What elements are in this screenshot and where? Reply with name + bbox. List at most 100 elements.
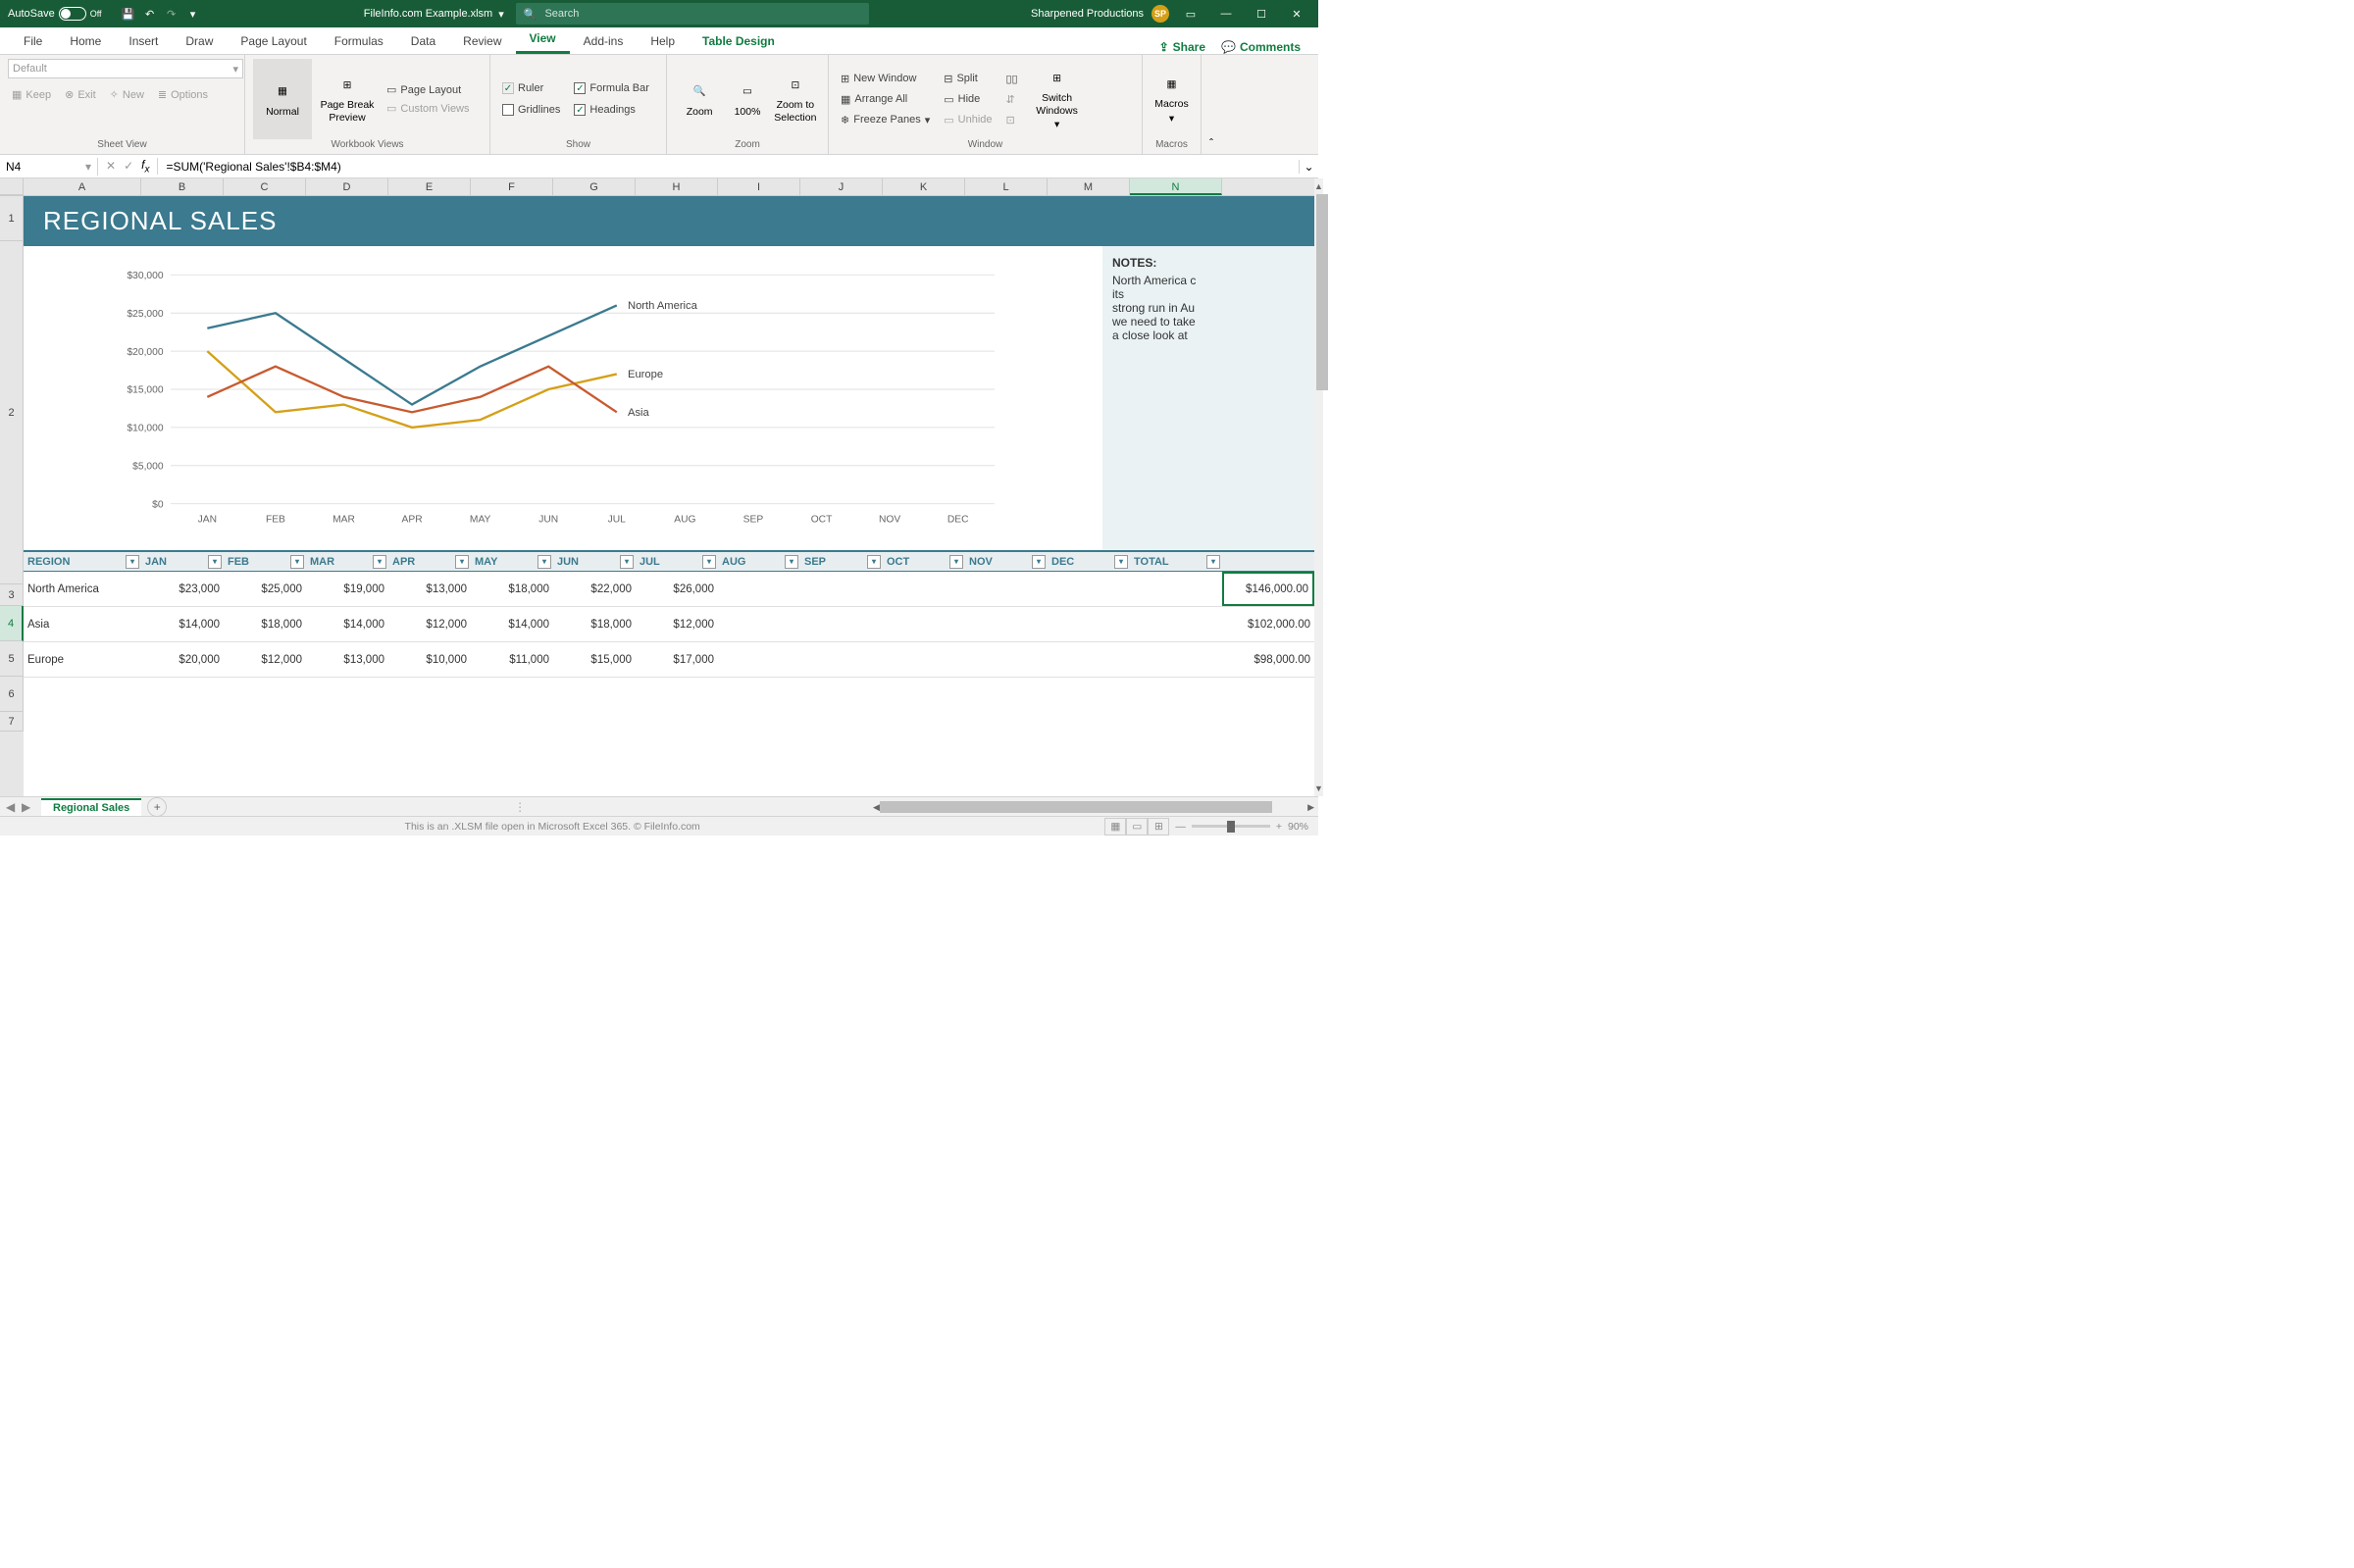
expand-formula-bar[interactable]: ⌄: [1299, 160, 1318, 174]
save-icon[interactable]: 💾: [120, 5, 137, 23]
pagelayout-button[interactable]: ▭ Page Layout: [383, 81, 474, 98]
arrange-button[interactable]: ▦ Arrange All: [837, 91, 934, 108]
col-header-K[interactable]: K: [883, 178, 965, 195]
headings-checkbox[interactable]: Headings: [570, 102, 653, 118]
name-box[interactable]: N4▾: [0, 158, 98, 176]
filter-icon[interactable]: ▾: [867, 555, 881, 569]
data-table[interactable]: REGION▾JAN▾FEB▾MAR▾APR▾MAY▾JUN▾JUL▾AUG▾S…: [24, 550, 1314, 678]
col-header-D[interactable]: D: [306, 178, 388, 195]
view-side-icon[interactable]: ▯▯: [1002, 71, 1022, 87]
notes-panel[interactable]: NOTES: North America citsstrong run in A…: [1102, 246, 1314, 550]
table-header-sep[interactable]: SEP▾: [800, 552, 883, 571]
zoom100-button[interactable]: ▭100%: [730, 59, 764, 139]
customize-qat-icon[interactable]: ▾: [184, 5, 202, 23]
table-header-dec[interactable]: DEC▾: [1048, 552, 1130, 571]
filter-icon[interactable]: ▾: [1114, 555, 1128, 569]
formulabar-checkbox[interactable]: Formula Bar: [570, 80, 653, 96]
table-header-feb[interactable]: FEB▾: [224, 552, 306, 571]
tab-table-design[interactable]: Table Design: [689, 28, 789, 54]
search-box[interactable]: 🔍 Search: [516, 3, 869, 25]
close-button[interactable]: ✕: [1283, 3, 1310, 25]
col-header-G[interactable]: G: [553, 178, 636, 195]
table-header-jan[interactable]: JAN▾: [141, 552, 224, 571]
split-button[interactable]: ⊟ Split: [940, 71, 996, 87]
scroll-right-icon[interactable]: ▶: [1307, 800, 1314, 816]
scroll-up-icon[interactable]: ▲: [1314, 178, 1323, 194]
formula-input[interactable]: =SUM('Regional Sales'!$B4:$M4): [158, 158, 1299, 176]
col-header-J[interactable]: J: [800, 178, 883, 195]
col-header-C[interactable]: C: [224, 178, 306, 195]
zoom-selection-button[interactable]: ⊡Zoom to Selection: [771, 59, 820, 139]
hide-button[interactable]: ▭ Hide: [940, 91, 996, 108]
row-header-3[interactable]: 3: [0, 584, 24, 606]
undo-icon[interactable]: ↶: [141, 5, 159, 23]
col-header-N[interactable]: N: [1130, 178, 1222, 195]
switch-windows-button[interactable]: ⊞Switch Windows▾: [1028, 59, 1087, 139]
tab-data[interactable]: Data: [397, 28, 449, 54]
filter-icon[interactable]: ▾: [1032, 555, 1046, 569]
col-header-F[interactable]: F: [471, 178, 553, 195]
filter-icon[interactable]: ▾: [126, 555, 139, 569]
sheet-tab-active[interactable]: Regional Sales: [41, 798, 141, 816]
col-header-H[interactable]: H: [636, 178, 718, 195]
split-handle-icon[interactable]: ⋮: [514, 800, 526, 814]
filter-icon[interactable]: ▾: [290, 555, 304, 569]
tab-view[interactable]: View: [516, 25, 570, 54]
row-header-2[interactable]: 2: [0, 241, 24, 584]
table-header-aug[interactable]: AUG▾: [718, 552, 800, 571]
pagelayout-view-icon-status[interactable]: ▭: [1126, 818, 1148, 835]
zoom-button[interactable]: 🔍Zoom: [675, 59, 724, 139]
zoom-level[interactable]: 90%: [1288, 821, 1308, 833]
table-header-may[interactable]: MAY▾: [471, 552, 553, 571]
col-header-B[interactable]: B: [141, 178, 224, 195]
chart[interactable]: $0$5,000$10,000$15,000$20,000$25,000$30,…: [24, 246, 1102, 550]
filter-icon[interactable]: ▾: [1206, 555, 1220, 569]
tab-insert[interactable]: Insert: [115, 28, 172, 54]
horizontal-scrollbar[interactable]: ◀ ▶: [873, 800, 1314, 814]
table-row[interactable]: Europe$20,000$12,000$13,000$10,000$11,00…: [24, 642, 1314, 678]
maximize-button[interactable]: ☐: [1248, 3, 1275, 25]
filter-icon[interactable]: ▾: [702, 555, 716, 569]
tab-help[interactable]: Help: [637, 28, 689, 54]
table-row[interactable]: North America$23,000$25,000$19,000$13,00…: [24, 572, 1314, 607]
next-sheet-icon[interactable]: ▶: [22, 800, 35, 814]
normal-view-button[interactable]: ▦ Normal: [253, 59, 312, 139]
filter-icon[interactable]: ▾: [785, 555, 798, 569]
filter-icon[interactable]: ▾: [949, 555, 963, 569]
new-window-button[interactable]: ⊞ New Window: [837, 71, 934, 87]
minimize-button[interactable]: —: [1212, 3, 1240, 25]
vertical-scrollbar[interactable]: ▲ ▼: [1314, 178, 1323, 796]
gridlines-checkbox[interactable]: Gridlines: [498, 102, 564, 118]
table-header-jun[interactable]: JUN▾: [553, 552, 636, 571]
account-name[interactable]: Sharpened Productions: [1031, 8, 1144, 20]
customviews-button[interactable]: ▭ Custom Views: [383, 100, 474, 117]
filter-icon[interactable]: ▾: [208, 555, 222, 569]
user-avatar[interactable]: SP: [1151, 5, 1169, 23]
prev-sheet-icon[interactable]: ◀: [6, 800, 20, 814]
zoom-out-button[interactable]: —: [1175, 821, 1186, 833]
share-button[interactable]: ⇪ Share: [1159, 40, 1205, 54]
sheetview-dropdown[interactable]: Default▾: [8, 59, 243, 78]
row-header-6[interactable]: 6: [0, 677, 24, 712]
tab-page-layout[interactable]: Page Layout: [227, 28, 320, 54]
pagebreak-view-icon-status[interactable]: ⊞: [1148, 818, 1169, 835]
column-headers[interactable]: ABCDEFGHIJKLMN: [0, 178, 1314, 196]
normal-view-icon-status[interactable]: ▦: [1104, 818, 1126, 835]
comments-button[interactable]: 💬 Comments: [1221, 40, 1301, 54]
tab-add-ins[interactable]: Add-ins: [570, 28, 638, 54]
table-header-region[interactable]: REGION▾: [24, 552, 141, 571]
tab-review[interactable]: Review: [449, 28, 515, 54]
tab-file[interactable]: File: [10, 28, 56, 54]
filter-icon[interactable]: ▾: [620, 555, 634, 569]
filter-icon[interactable]: ▾: [455, 555, 469, 569]
macros-button[interactable]: ▦Macros▾: [1151, 59, 1193, 139]
col-header-A[interactable]: A: [24, 178, 141, 195]
tab-home[interactable]: Home: [56, 28, 115, 54]
row-header-4[interactable]: 4: [0, 606, 24, 641]
tab-draw[interactable]: Draw: [172, 28, 227, 54]
autosave-toggle[interactable]: AutoSave Off: [8, 7, 102, 21]
row-headers[interactable]: 1234567: [0, 196, 24, 796]
select-all-corner[interactable]: [0, 178, 24, 195]
col-header-M[interactable]: M: [1048, 178, 1130, 195]
filter-icon[interactable]: ▾: [373, 555, 386, 569]
